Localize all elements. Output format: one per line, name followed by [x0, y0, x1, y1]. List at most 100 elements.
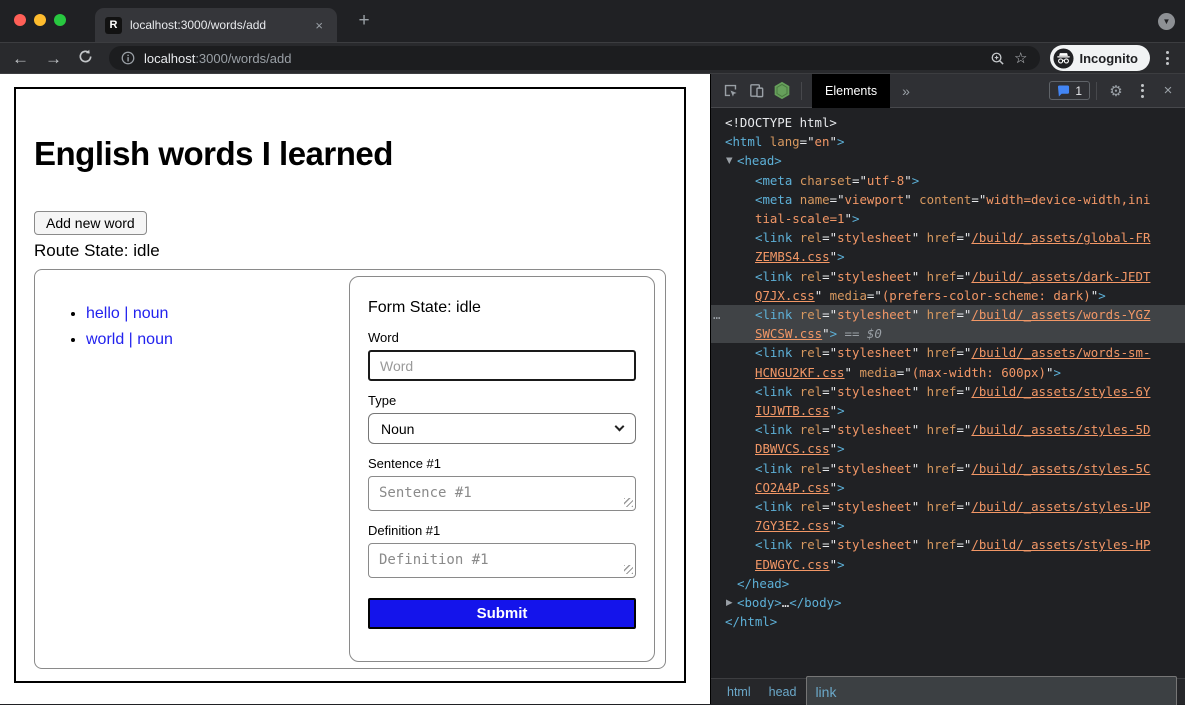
code-token: stylesheet [837, 345, 912, 360]
type-select[interactable]: Noun [368, 413, 636, 444]
code-line[interactable]: <html lang="en"> [711, 132, 1185, 151]
breadcrumb-item[interactable]: link [806, 676, 1177, 705]
url-text[interactable]: localhost:3000/words/add [144, 51, 981, 66]
code-line[interactable]: </head> [711, 574, 1185, 593]
issues-count: 1 [1075, 84, 1082, 98]
word-label: Word [368, 330, 636, 345]
code-line[interactable]: <link rel="stylesheet" href="/build/_ass… [711, 535, 1185, 554]
code-token: /build/_assets/styles-6Y [971, 384, 1150, 399]
bookmark-star-icon[interactable]: ☆ [1014, 49, 1027, 67]
code-token: " [912, 384, 927, 399]
devtools-close-icon[interactable]: × [1155, 82, 1181, 99]
code-line[interactable]: CO2A4P.css"> [711, 478, 1185, 497]
expand-arrow-icon[interactable]: ▶ [726, 594, 733, 612]
breadcrumb-item[interactable]: html [719, 681, 759, 703]
word-link[interactable]: world | noun [86, 331, 173, 348]
incognito-label: Incognito [1080, 51, 1139, 66]
code-token: " [904, 192, 919, 207]
tab-search-button[interactable]: ▼ [1158, 13, 1175, 30]
code-line[interactable]: <meta charset="utf-8"> [711, 171, 1185, 190]
forward-button[interactable]: → [45, 50, 62, 67]
code-token [792, 422, 799, 437]
tab-close-icon[interactable]: × [311, 16, 327, 35]
submit-button[interactable]: Submit [368, 598, 636, 629]
code-line[interactable]: Q7JX.css" media="(prefers-color-scheme: … [711, 286, 1185, 305]
issues-bubble-icon [1057, 85, 1070, 97]
back-button[interactable]: ← [12, 50, 29, 67]
code-line[interactable]: <!DOCTYPE html> [711, 113, 1185, 132]
definition-textarea[interactable] [368, 543, 636, 578]
toolbar-divider [1096, 82, 1097, 100]
code-line[interactable]: SWCSW.css"> == $0 [711, 324, 1185, 343]
code-line[interactable]: DBWVCS.css"> [711, 439, 1185, 458]
site-info-icon[interactable] [121, 51, 135, 65]
code-token: =" [822, 422, 837, 437]
code-line[interactable]: <link rel="stylesheet" href="/build/_ass… [711, 228, 1185, 247]
browser-menu-icon[interactable] [1162, 51, 1173, 65]
code-token: > [912, 173, 919, 188]
code-line[interactable]: <meta name="viewport" content="width=dev… [711, 190, 1185, 209]
add-new-word-button[interactable]: Add new word [34, 211, 147, 235]
code-token: stylesheet [837, 230, 912, 245]
code-line[interactable]: <link rel="stylesheet" href="/build/_ass… [711, 382, 1185, 401]
code-token: <body> [737, 595, 782, 610]
code-token: IUJWTB.css [755, 403, 830, 418]
code-token: <link [755, 422, 792, 437]
code-line[interactable]: <link rel="stylesheet" href="/build/_ass… [711, 497, 1185, 516]
window-minimize-button[interactable] [34, 14, 46, 26]
more-panels-chevron[interactable]: » [902, 83, 910, 99]
code-token: </body> [789, 595, 841, 610]
expand-arrow-icon[interactable]: ▼ [726, 152, 733, 170]
code-token: <link [755, 499, 792, 514]
issues-badge[interactable]: 1 [1049, 81, 1090, 100]
sentence-label: Sentence #1 [368, 456, 636, 471]
sentence-textarea[interactable] [368, 476, 636, 511]
window-close-button[interactable] [14, 14, 26, 26]
code-line[interactable]: <link rel="stylesheet" href="/build/_ass… [711, 420, 1185, 439]
code-line[interactable]: <link rel="stylesheet" href="/build/_ass… [711, 459, 1185, 478]
code-line[interactable]: HCNGU2KF.css" media="(max-width: 600px)"… [711, 363, 1185, 382]
code-token: /build/_assets/styles-5C [971, 461, 1150, 476]
resize-grip-icon[interactable] [624, 565, 633, 574]
code-token: /build/_assets/words-sm- [971, 345, 1150, 360]
address-bar[interactable]: localhost:3000/words/add ☆ [109, 46, 1040, 70]
web-page: English words I learned Add new word Rou… [0, 74, 710, 704]
node-icon[interactable] [769, 81, 795, 100]
word-input[interactable] [368, 350, 636, 381]
code-token: </html> [725, 614, 777, 629]
resize-grip-icon[interactable] [624, 498, 633, 507]
zoom-icon[interactable] [990, 51, 1005, 66]
code-line[interactable]: </html> [711, 612, 1185, 631]
tab-elements[interactable]: Elements [812, 74, 890, 108]
code-line[interactable]: 7GY3E2.css"> [711, 516, 1185, 535]
inspect-element-icon[interactable] [717, 82, 743, 99]
code-token: /build/_assets/styles-5D [971, 422, 1150, 437]
code-token: rel [800, 345, 822, 360]
code-line[interactable]: <link rel="stylesheet" href="/build/_ass… [711, 343, 1185, 362]
code-token: <link [755, 269, 792, 284]
line-menu-icon[interactable]: … [713, 305, 719, 324]
code-token: /build/_assets/dark-JEDT [971, 269, 1150, 284]
window-zoom-button[interactable] [54, 14, 66, 26]
code-line[interactable]: IUJWTB.css"> [711, 401, 1185, 420]
code-token: =" [822, 461, 837, 476]
device-toolbar-icon[interactable] [743, 82, 769, 99]
breadcrumb-item[interactable]: head [761, 681, 805, 703]
code-line[interactable]: <link rel="stylesheet" href="/build/_ass… [711, 267, 1185, 286]
code-line[interactable]: …<link rel="stylesheet" href="/build/_as… [711, 305, 1185, 324]
code-line[interactable]: ▼<head> [711, 151, 1185, 170]
code-line[interactable]: ZEMBS4.css"> [711, 247, 1185, 266]
code-token: " [912, 230, 927, 245]
reload-button[interactable] [78, 49, 93, 67]
code-line[interactable]: tial-scale=1"> [711, 209, 1185, 228]
code-token [792, 461, 799, 476]
settings-gear-icon[interactable]: ⚙ [1103, 82, 1129, 100]
code-token: > [1098, 288, 1105, 303]
code-token: <meta [755, 173, 792, 188]
devtools-menu-icon[interactable] [1129, 84, 1155, 98]
code-line[interactable]: EDWGYC.css"> [711, 555, 1185, 574]
browser-tab[interactable]: R localhost:3000/words/add × [95, 8, 337, 42]
code-line[interactable]: ▶<body>…</body> [711, 593, 1185, 612]
word-link[interactable]: hello | noun [86, 305, 168, 322]
new-tab-button[interactable]: + [352, 10, 376, 34]
